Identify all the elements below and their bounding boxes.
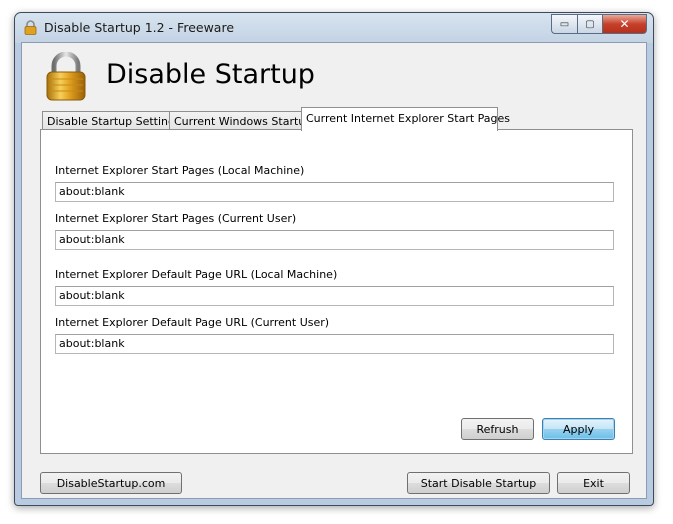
field-label-ie-default-user: Internet Explorer Default Page URL (Curr… bbox=[55, 316, 330, 329]
padlock-icon bbox=[46, 52, 86, 101]
close-icon: ✕ bbox=[619, 17, 630, 31]
field-label-ie-default-local: Internet Explorer Default Page URL (Loca… bbox=[55, 268, 338, 281]
title-bar[interactable]: Disable Startup 1.2 - Freeware ▭ ▢ ✕ bbox=[15, 13, 653, 42]
app-window: Disable Startup 1.2 - Freeware ▭ ▢ ✕ Dis… bbox=[14, 12, 654, 506]
website-button[interactable]: DisableStartup.com bbox=[40, 472, 182, 494]
tab-disable-startup-settings[interactable]: Disable Startup Settings bbox=[42, 111, 181, 130]
close-button[interactable]: ✕ bbox=[602, 14, 647, 34]
caption-buttons: ▭ ▢ ✕ bbox=[551, 14, 647, 34]
exit-button[interactable]: Exit bbox=[557, 472, 630, 494]
field-label-ie-start-local: Internet Explorer Start Pages (Local Mac… bbox=[55, 164, 305, 177]
start-disable-startup-button[interactable]: Start Disable Startup bbox=[407, 472, 550, 494]
refresh-button[interactable]: Refrush bbox=[461, 418, 534, 440]
tab-current-ie-start-pages[interactable]: Current Internet Explorer Start Pages bbox=[301, 107, 510, 131]
ie-default-local-input[interactable] bbox=[55, 286, 614, 306]
maximize-icon: ▢ bbox=[585, 18, 595, 30]
client-area: Disable Startup Disable Startup Settings… bbox=[21, 42, 647, 499]
maximize-button[interactable]: ▢ bbox=[577, 14, 602, 34]
ie-start-user-input[interactable] bbox=[55, 230, 614, 250]
minimize-button[interactable]: ▭ bbox=[551, 14, 577, 34]
apply-button[interactable]: Apply bbox=[542, 418, 615, 440]
window-title: Disable Startup 1.2 - Freeware bbox=[44, 20, 235, 35]
ie-start-local-input[interactable] bbox=[55, 182, 614, 202]
tab-current-windows-startup[interactable]: Current Windows Startup bbox=[169, 111, 312, 130]
app-heading: Disable Startup bbox=[106, 59, 315, 90]
tab-panel: Internet Explorer Start Pages (Local Mac… bbox=[40, 129, 633, 454]
minimize-icon: ▭ bbox=[559, 18, 570, 30]
padlock-icon bbox=[24, 20, 37, 35]
field-label-ie-start-user: Internet Explorer Start Pages (Current U… bbox=[55, 212, 297, 225]
ie-default-user-input[interactable] bbox=[55, 334, 614, 354]
